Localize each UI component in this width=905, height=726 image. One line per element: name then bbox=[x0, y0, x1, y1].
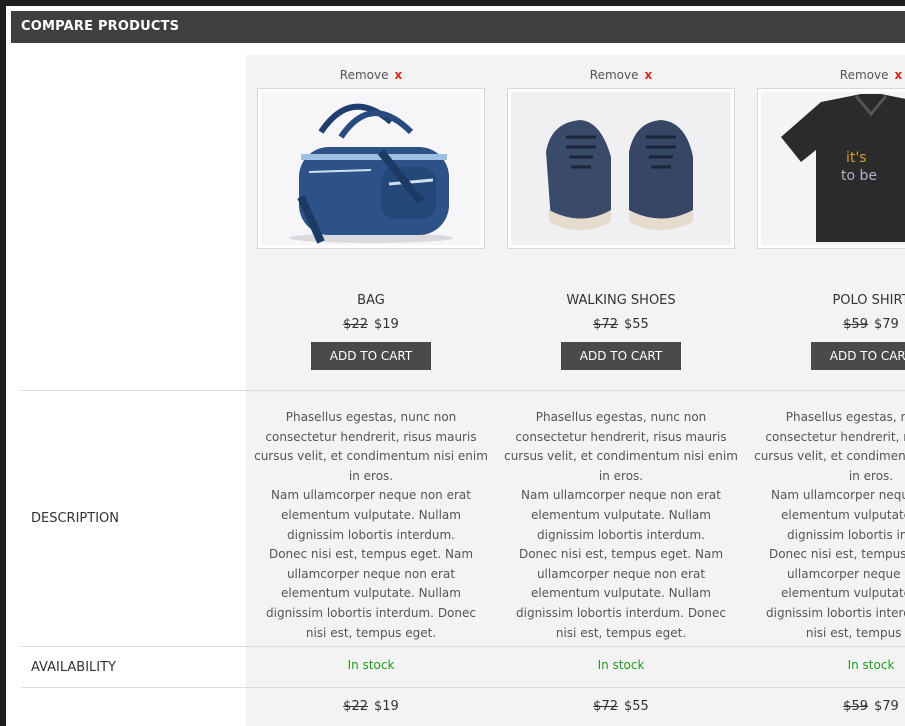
product-name[interactable]: BAG bbox=[246, 293, 496, 308]
old-price: $59 bbox=[843, 317, 868, 332]
product-image-shirt[interactable]: it's to be bbox=[757, 88, 905, 249]
add-to-cart-button[interactable]: ADD TO CART bbox=[311, 342, 431, 370]
remove-label: Remove bbox=[339, 68, 389, 82]
old-price: $22 bbox=[343, 699, 368, 714]
row-divider bbox=[21, 687, 905, 688]
page-title: COMPARE PRODUCTS bbox=[21, 19, 180, 34]
shoes-image bbox=[511, 92, 731, 245]
shirt-image: it's to be bbox=[761, 92, 905, 245]
product-description: Phasellus egestas, nunc non consectetur … bbox=[754, 410, 905, 640]
old-price: $59 bbox=[843, 699, 868, 714]
description-row-label: DESCRIPTION bbox=[31, 511, 119, 526]
product-image-bag[interactable] bbox=[257, 88, 485, 249]
remove-label: Remove bbox=[589, 68, 639, 82]
old-price: $22 bbox=[343, 317, 368, 332]
product-price: $59 $79 bbox=[746, 317, 905, 332]
product-description: Phasellus egestas, nunc non consectetur … bbox=[254, 410, 488, 640]
remove-x-icon: x bbox=[644, 68, 653, 82]
remove-x-icon: x bbox=[394, 68, 403, 82]
remove-button-shirt[interactable]: Remove x bbox=[746, 68, 905, 82]
product-price: $72 $55 bbox=[496, 317, 746, 332]
svg-text:to be: to be bbox=[841, 168, 877, 184]
current-price: $79 bbox=[874, 317, 899, 332]
product-name[interactable]: POLO SHIRT bbox=[746, 293, 905, 308]
old-price: $72 bbox=[593, 699, 618, 714]
current-price: $55 bbox=[624, 317, 649, 332]
price-row-value: $22 $19 bbox=[246, 699, 496, 714]
availability-row-label: AVAILABILITY bbox=[31, 660, 116, 675]
old-price: $72 bbox=[593, 317, 618, 332]
product-name[interactable]: WALKING SHOES bbox=[496, 293, 746, 308]
current-price: $79 bbox=[874, 699, 899, 714]
remove-button-bag[interactable]: Remove x bbox=[246, 68, 496, 82]
price-row-value: $59 $79 bbox=[746, 699, 905, 714]
current-price: $19 bbox=[374, 699, 399, 714]
current-price: $55 bbox=[624, 699, 649, 714]
product-image-shoes[interactable] bbox=[507, 88, 735, 249]
modal-header: COMPARE PRODUCTS bbox=[11, 11, 905, 43]
availability-status: In stock bbox=[847, 658, 895, 672]
price-row-value: $72 $55 bbox=[496, 699, 746, 714]
add-to-cart-button[interactable]: ADD TO CART bbox=[561, 342, 681, 370]
bag-image bbox=[261, 92, 481, 245]
compare-products-modal: Remove x BAG $22 $19 ADD TO CART Phasell… bbox=[6, 6, 905, 726]
svg-text:it's: it's bbox=[846, 150, 867, 166]
product-price: $22 $19 bbox=[246, 317, 496, 332]
remove-label: Remove bbox=[839, 68, 889, 82]
row-divider bbox=[21, 390, 905, 391]
add-to-cart-button[interactable]: ADD TO CART bbox=[811, 342, 905, 370]
availability-status: In stock bbox=[597, 658, 645, 672]
current-price: $19 bbox=[374, 317, 399, 332]
remove-button-shoes[interactable]: Remove x bbox=[496, 68, 746, 82]
product-description: Phasellus egestas, nunc non consectetur … bbox=[504, 410, 738, 640]
remove-x-icon: x bbox=[894, 68, 903, 82]
row-divider bbox=[21, 646, 905, 647]
availability-status: In stock bbox=[347, 658, 395, 672]
compare-columns: Remove x BAG $22 $19 ADD TO CART Phasell… bbox=[6, 6, 905, 726]
